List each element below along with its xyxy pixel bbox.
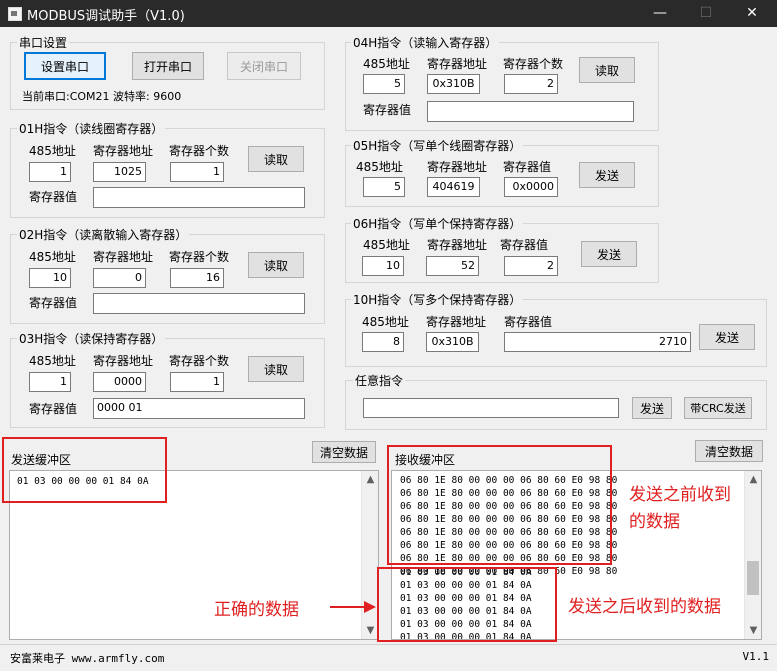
cmd03-read-button[interactable]: 读取	[248, 356, 304, 382]
cmd01-count-field[interactable]: 1	[170, 162, 224, 182]
scroll-down-icon[interactable]: ▼	[745, 625, 761, 636]
cmd06-value-field[interactable]: 2	[504, 256, 558, 276]
recv-buffer-scrollbar[interactable]: ▲ ▼	[744, 471, 761, 639]
cmd02-addr-label: 485地址	[29, 250, 76, 264]
cmd03-value-label: 寄存器值	[29, 402, 78, 416]
cmd05-value-field[interactable]: 0x0000	[504, 177, 558, 197]
recv-buffer-clear-button[interactable]: 清空数据	[695, 440, 763, 462]
cmd04-addr-field[interactable]: 5	[363, 74, 405, 94]
cmd10-reg-field[interactable]: 0x310B	[426, 332, 479, 352]
recv-before-annotation-box	[387, 445, 612, 565]
any-cmd-send-button[interactable]: 发送	[632, 397, 672, 419]
open-serial-button[interactable]: 打开串口	[132, 52, 204, 80]
status-bar: 安富莱电子 www.armfly.com V1.1	[0, 644, 777, 671]
cmd10-addr-label: 485地址	[362, 315, 409, 329]
cmd06-send-button[interactable]: 发送	[581, 241, 637, 267]
cmd10-value-field[interactable]: 2710	[504, 332, 691, 352]
cmd02-value-field[interactable]	[93, 293, 305, 314]
cmd03-value-field[interactable]: 0000 01	[93, 398, 305, 419]
cmd01-value-field[interactable]	[93, 187, 305, 208]
cmd02-addr-field[interactable]: 10	[29, 268, 71, 288]
cmd10-send-button[interactable]: 发送	[699, 324, 755, 350]
cmd03-title: 03H指令（读保持寄存器）	[17, 330, 166, 347]
any-cmd-crc-send-button[interactable]: 带CRC发送	[684, 397, 752, 419]
cmd02-value-label: 寄存器值	[29, 296, 78, 310]
cmd05-addr-label: 485地址	[356, 160, 403, 174]
title-bar: MODBUS调试助手（V1.0) — ☐ ✕	[0, 0, 777, 27]
cmd03-count-field[interactable]: 1	[170, 372, 224, 392]
cmd01-read-button[interactable]: 读取	[248, 146, 304, 172]
cmd04-reg-field[interactable]: 0x310B	[427, 74, 480, 94]
cmd02-count-label: 寄存器个数	[169, 250, 230, 264]
cmd05-addr-field[interactable]: 5	[363, 177, 405, 197]
cmd06-addr-label: 485地址	[363, 238, 410, 252]
annotation-correct: 正确的数据	[214, 600, 299, 620]
cmd06-reg-label: 寄存器地址	[427, 238, 488, 252]
close-serial-button[interactable]: 关闭串口	[227, 52, 301, 80]
scroll-up-icon[interactable]: ▲	[745, 474, 761, 485]
annotation-before-line2: 的数据	[629, 512, 680, 532]
cmd01-count-label: 寄存器个数	[169, 144, 230, 158]
serial-status: 当前串口:COM21 波特率: 9600	[22, 90, 182, 103]
cmd06-value-label: 寄存器值	[500, 238, 549, 252]
annotation-after: 发送之后收到的数据	[568, 597, 721, 617]
cmd04-value-label: 寄存器值	[363, 103, 412, 117]
cmd04-addr-label: 485地址	[363, 57, 410, 71]
cmd10-reg-label: 寄存器地址	[426, 315, 487, 329]
cmd01-addr-field[interactable]: 1	[29, 162, 71, 182]
cmd03-reg-label: 寄存器地址	[93, 354, 154, 368]
cmd02-count-field[interactable]: 16	[170, 268, 224, 288]
cmd05-value-label: 寄存器值	[503, 160, 552, 174]
cmd03-reg-field[interactable]: 0000	[93, 372, 146, 392]
cmd01-value-label: 寄存器值	[29, 190, 78, 204]
cmd02-title: 02H指令（读离散输入寄存器）	[17, 226, 190, 243]
scroll-up-icon[interactable]: ▲	[362, 474, 378, 485]
cmd02-reg-label: 寄存器地址	[93, 250, 154, 264]
cmd06-title: 06H指令（写单个保持寄存器）	[351, 215, 524, 232]
cmd06-addr-field[interactable]: 10	[362, 256, 404, 276]
annotation-arrow-icon	[330, 601, 376, 613]
cmd01-addr-label: 485地址	[29, 144, 76, 158]
cmd10-value-label: 寄存器值	[504, 315, 553, 329]
set-serial-button[interactable]: 设置串口	[24, 52, 106, 80]
maximize-button[interactable]: ☐	[683, 0, 729, 27]
scroll-thumb[interactable]	[747, 561, 759, 595]
cmd05-reg-label: 寄存器地址	[427, 160, 488, 174]
cmd04-value-field[interactable]	[427, 101, 634, 122]
cmd04-count-label: 寄存器个数	[503, 57, 564, 71]
recv-after-annotation-box	[377, 567, 557, 642]
cmd01-reg-field[interactable]: 1025	[93, 162, 146, 182]
cmd02-reg-field[interactable]: 0	[93, 268, 146, 288]
any-cmd-title: 任意指令	[353, 372, 406, 389]
cmd04-count-field[interactable]: 2	[504, 74, 558, 94]
cmd01-reg-label: 寄存器地址	[93, 144, 154, 158]
cmd05-reg-field[interactable]: 404619	[427, 177, 480, 197]
any-cmd-input[interactable]	[363, 398, 619, 418]
serial-settings-label: 串口设置	[17, 34, 70, 51]
send-buffer-clear-button[interactable]: 清空数据	[312, 441, 376, 463]
status-right: V1.1	[742, 650, 770, 663]
app-window: MODBUS调试助手（V1.0) — ☐ ✕ 串口设置 设置串口 打开串口 关闭…	[0, 0, 777, 671]
cmd05-send-button[interactable]: 发送	[579, 162, 635, 188]
cmd04-reg-label: 寄存器地址	[427, 57, 488, 71]
annotation-before-line1: 发送之前收到	[629, 485, 731, 505]
cmd02-read-button[interactable]: 读取	[248, 252, 304, 278]
status-left: 安富莱电子 www.armfly.com	[10, 652, 165, 665]
send-annotation-box	[2, 437, 167, 503]
cmd10-title: 10H指令（写多个保持寄存器）	[351, 291, 524, 308]
cmd06-reg-field[interactable]: 52	[426, 256, 479, 276]
cmd03-count-label: 寄存器个数	[169, 354, 230, 368]
close-button[interactable]: ✕	[729, 0, 775, 27]
cmd01-title: 01H指令（读线圈寄存器）	[17, 120, 166, 137]
window-title: MODBUS调试助手（V1.0)	[27, 9, 185, 24]
cmd10-addr-field[interactable]: 8	[362, 332, 404, 352]
cmd03-addr-label: 485地址	[29, 354, 76, 368]
cmd04-title: 04H指令（读输入寄存器）	[351, 34, 500, 51]
cmd05-title: 05H指令（写单个线圈寄存器）	[351, 137, 524, 154]
app-icon	[8, 7, 22, 21]
minimize-button[interactable]: —	[637, 0, 683, 27]
cmd03-addr-field[interactable]: 1	[29, 372, 71, 392]
cmd04-read-button[interactable]: 读取	[579, 57, 635, 83]
